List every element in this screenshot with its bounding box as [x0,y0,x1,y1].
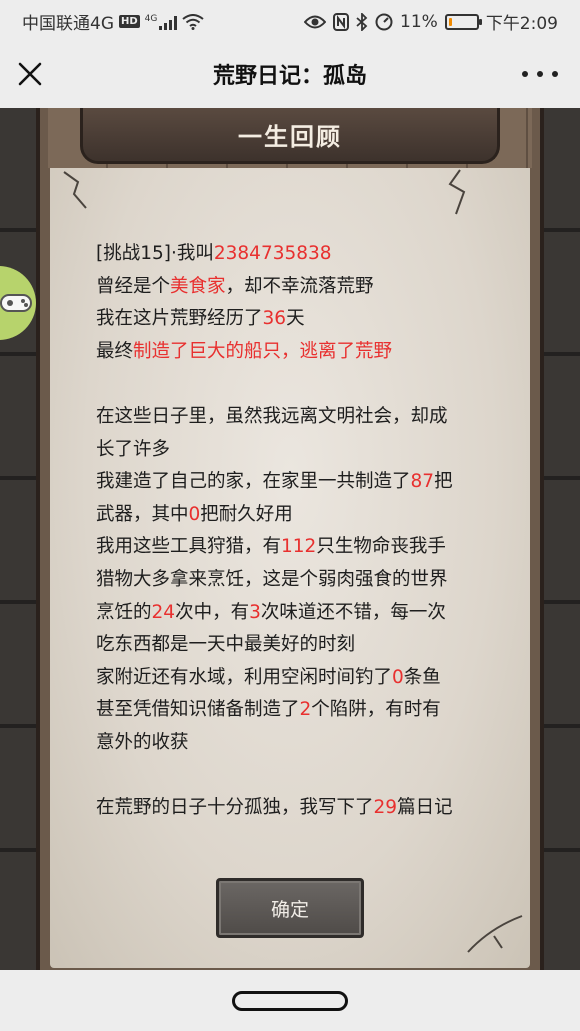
nav-bar: 荒野日记：孤岛 [0,40,580,108]
summary-line: 曾经是个美食家，却不幸流落荒野 [96,275,374,297]
hd-badge: HD [119,15,140,28]
bluetooth-icon [356,12,368,31]
signal-icon: 4G [145,14,178,30]
page-title: 荒野日记：孤岛 [212,64,367,89]
system-nav-bar [0,970,580,1031]
nfc-icon [333,12,350,31]
battery-icon [444,13,482,30]
paper-crack-decoration [63,171,87,209]
confirm-button[interactable]: 确定 [216,878,364,938]
network-type-label: 4G [144,13,158,24]
status-left: 中国联通4G HD 4G [22,9,204,34]
home-indicator[interactable] [232,991,348,1011]
more-icon[interactable] [522,64,558,84]
eye-icon [304,15,327,28]
paper-crack-decoration [448,169,466,215]
gamepad-icon [0,294,32,312]
summary-line: 甚至凭借知识储备制造了2个陷阱，有时有 [96,699,441,721]
summary-line: 武器，其中0把耐久好用 [96,503,293,525]
clock: 下午2:09 [485,14,558,34]
summary-line: 我建造了自己的家，在家里一共制造了87把 [96,471,453,493]
battery-percent: 11% [400,11,438,32]
summary-line: 家附近还有水域，利用空闲时间钓了0条鱼 [96,666,441,688]
summary-line: 在荒野的日子十分孤独，我写下了29篇日记 [96,797,453,819]
summary-line: 在这些日子里，虽然我远离文明社会，却成 [96,405,448,427]
summary-line: 我在这片荒野经历了36天 [96,308,305,330]
summary-line: 猎物大多拿来烹饪，这是个弱肉强食的世界 [96,568,448,590]
summary-line: 烹饪的24次中，有3次味道还不错，每一次 [96,601,446,623]
status-bar: 中国联通4G HD 4G 11% 下午2:09 [0,0,580,40]
life-review-text: [挑战15]·我叫2384735838 曾经是个美食家，却不幸流落荒野 我在这片… [96,238,496,825]
signal-bars [159,14,178,30]
paper-crack-decoration [467,915,523,953]
summary-line: 最终制造了巨大的船只，逃离了荒野 [96,340,393,362]
status-right: 11% 下午2:09 [304,9,558,34]
panel-title-plate: 一生回顾 [80,108,500,164]
summary-line: 吃东西都是一天中最美好的时刻 [96,634,356,656]
speed-icon [375,13,393,30]
summary-line: 我用这些工具狩猎，有112只生物命丧我手 [96,536,446,558]
game-canvas: 一生回顾 [挑战15]·我叫2384735838 曾经是个美食家，却不幸流落荒野… [0,108,580,970]
summary-line: 长了许多 [96,438,171,460]
carrier-label: 中国联通4G [22,14,114,34]
summary-line: 意外的收获 [96,731,189,753]
wifi-icon [182,13,204,30]
summary-line: [挑战15]·我叫2384735838 [96,243,332,264]
battery-fill [448,17,452,26]
panel-title: 一生回顾 [238,123,342,151]
